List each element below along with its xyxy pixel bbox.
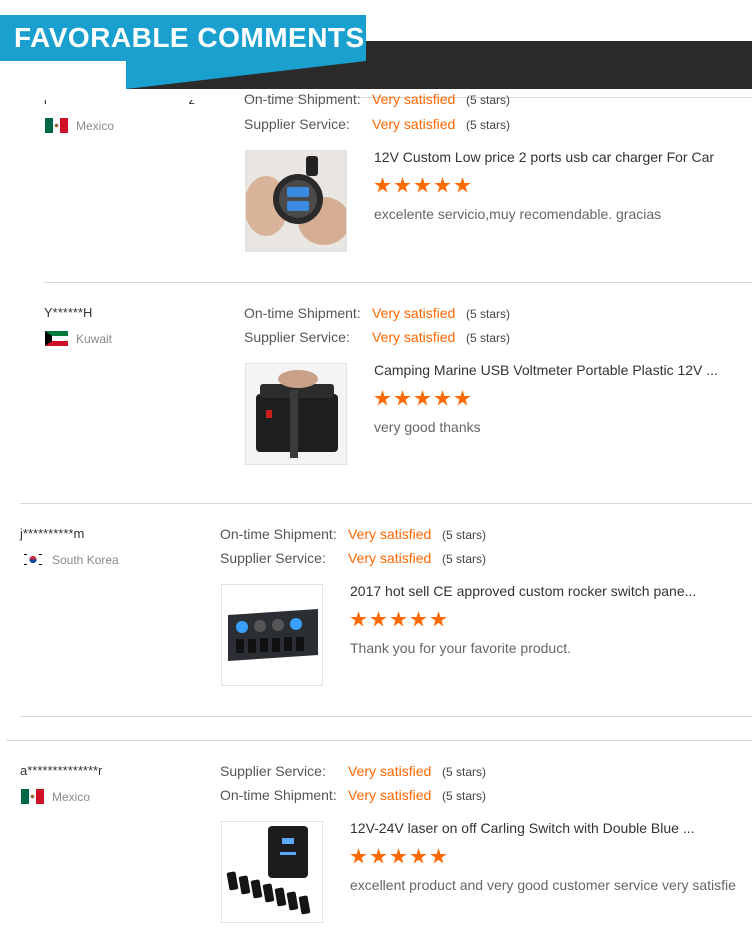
rating-stars-text: (5 stars): [466, 118, 511, 132]
product-thumbnail[interactable]: [221, 584, 323, 686]
product-title-link[interactable]: Camping Marine USB Voltmeter Portable Pl…: [374, 362, 744, 378]
mexico-flag-icon: [21, 789, 44, 804]
rating-value: Very satisfied: [372, 305, 456, 321]
rating-row: On-time Shipment: Very satisfied (5 star…: [244, 92, 510, 107]
rating-row: Supplier Service: Very satisfied (5 star…: [220, 763, 486, 779]
reviewer-name: l****************************z: [44, 92, 196, 107]
rating-value: Very satisfied: [372, 116, 456, 132]
star-icon: [434, 390, 451, 406]
star-rating: [374, 390, 471, 407]
rating-value: Very satisfied: [348, 763, 432, 779]
rating-value: Very satisfied: [348, 550, 432, 566]
product-thumbnail[interactable]: [245, 150, 347, 252]
star-icon: [410, 611, 427, 627]
star-icon: [414, 177, 431, 193]
rating-stars-text: (5 stars): [442, 552, 487, 566]
rating-stars-text: (5 stars): [466, 331, 511, 345]
rating-row: On-time Shipment: Very satisfied (5 star…: [220, 526, 486, 542]
star-icon: [350, 611, 367, 627]
rating-label: Supplier Service:: [244, 116, 350, 132]
star-icon: [430, 611, 447, 627]
star-icon: [374, 177, 391, 193]
star-icon: [394, 177, 411, 193]
star-rating: [350, 848, 447, 865]
reviewer-country: South Korea: [22, 552, 119, 567]
reviewer-country: Mexico: [45, 118, 114, 133]
product-title-link[interactable]: 12V-24V laser on off Carling Switch with…: [350, 820, 720, 836]
rating-row: On-time Shipment: Very satisfied (5 star…: [220, 787, 486, 803]
star-rating: [374, 177, 471, 194]
mexico-flag-icon: [45, 118, 68, 133]
star-icon: [430, 848, 447, 864]
star-icon: [374, 390, 391, 406]
rating-value: Very satisfied: [372, 329, 456, 345]
star-icon: [394, 390, 411, 406]
star-icon: [370, 848, 387, 864]
divider: [44, 282, 752, 283]
review-comment: Thank you for your favorite product.: [350, 640, 571, 656]
star-icon: [390, 848, 407, 864]
rating-label: Supplier Service:: [220, 763, 326, 779]
reviewer-name: a**************r: [20, 763, 103, 778]
country-name: Mexico: [76, 118, 115, 133]
divider: [6, 740, 752, 741]
reviewer-name: Y******H: [44, 305, 93, 320]
page-title: FAVORABLE COMMENTS: [14, 22, 365, 53]
rating-stars-text: (5 stars): [466, 93, 511, 107]
rating-row: Supplier Service: Very satisfied (5 star…: [244, 116, 510, 132]
product-thumbnail[interactable]: [221, 821, 323, 923]
star-rating: [350, 611, 447, 628]
review-comment: excellent product and very good customer…: [350, 877, 736, 893]
rating-label: On-time Shipment:: [244, 92, 361, 107]
star-icon: [410, 848, 427, 864]
rating-stars-text: (5 stars): [442, 528, 487, 542]
rating-value: Very satisfied: [348, 526, 432, 542]
rating-row: Supplier Service: Very satisfied (5 star…: [244, 329, 510, 345]
star-icon: [414, 390, 431, 406]
star-icon: [390, 611, 407, 627]
product-title-link[interactable]: 12V Custom Low price 2 ports usb car cha…: [374, 149, 744, 165]
country-name: South Korea: [52, 552, 119, 567]
rating-label: Supplier Service:: [220, 550, 326, 566]
rating-label: On-time Shipment:: [220, 787, 337, 803]
reviewer-name: j**********m: [20, 526, 85, 541]
review-comment: very good thanks: [374, 419, 481, 435]
product-title-link[interactable]: 2017 hot sell CE approved custom rocker …: [350, 583, 720, 599]
star-icon: [434, 177, 451, 193]
star-icon: [350, 848, 367, 864]
rating-stars-text: (5 stars): [466, 307, 511, 321]
star-icon: [370, 611, 387, 627]
country-name: Mexico: [52, 789, 91, 804]
star-icon: [454, 390, 471, 406]
rating-value: Very satisfied: [372, 92, 456, 107]
south-korea-flag-icon: [22, 552, 44, 567]
reviewer-country: Kuwait: [45, 331, 112, 346]
rating-stars-text: (5 stars): [442, 765, 487, 779]
review-comment: excelente servicio,muy recomendable. gra…: [374, 206, 662, 222]
country-name: Kuwait: [76, 331, 113, 346]
kuwait-flag-icon: [45, 331, 68, 346]
rating-label: On-time Shipment:: [244, 305, 361, 321]
rating-row: Supplier Service: Very satisfied (5 star…: [220, 550, 486, 566]
divider: [20, 503, 752, 504]
reviewer-country: Mexico: [21, 789, 90, 804]
rating-row: On-time Shipment: Very satisfied (5 star…: [244, 305, 510, 321]
rating-label: Supplier Service:: [244, 329, 350, 345]
product-thumbnail[interactable]: [245, 363, 347, 465]
star-icon: [454, 177, 471, 193]
divider: [20, 716, 752, 717]
rating-value: Very satisfied: [348, 787, 432, 803]
rating-label: On-time Shipment:: [220, 526, 337, 542]
rating-stars-text: (5 stars): [442, 789, 487, 803]
